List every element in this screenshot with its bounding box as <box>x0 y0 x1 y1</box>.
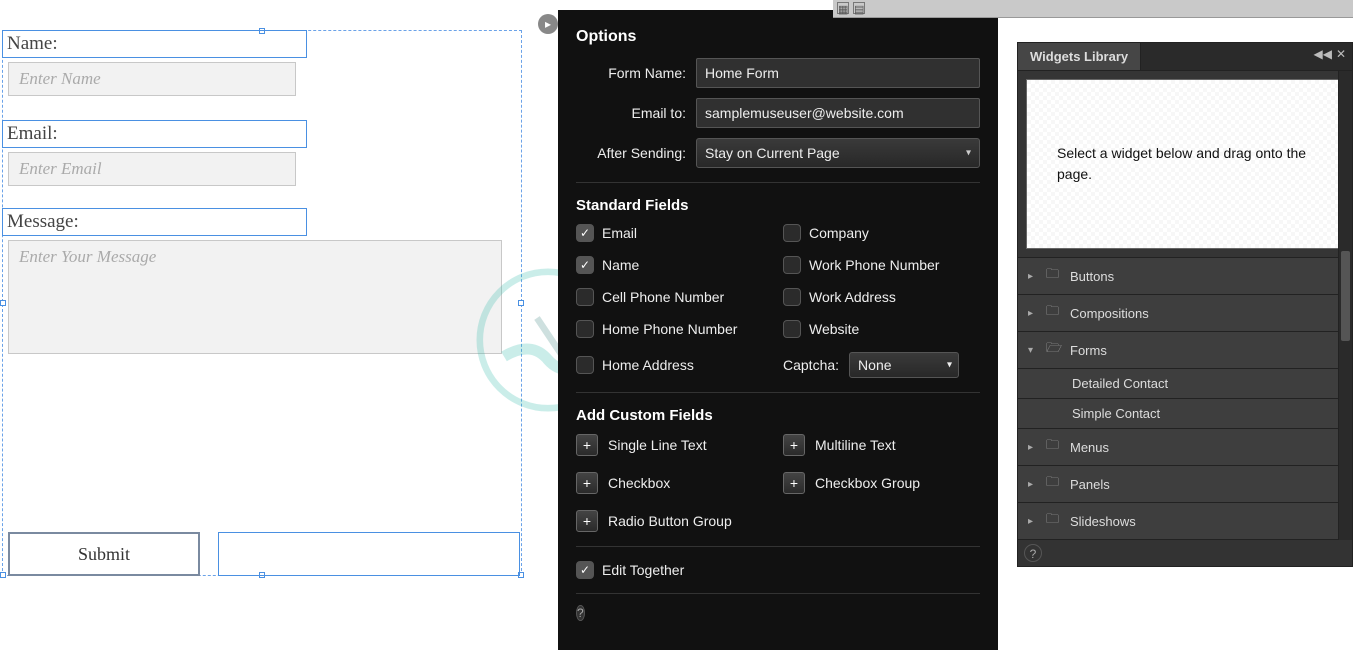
check-icon[interactable]: ✓ <box>576 561 594 579</box>
check-icon <box>783 224 801 242</box>
grid-icon[interactable]: ▦ <box>837 2 849 14</box>
message-label: Message: <box>7 211 79 233</box>
category-compositions[interactable]: ▸ 🗀 Compositions <box>1018 294 1352 331</box>
help-icon[interactable]: ? <box>576 605 585 621</box>
top-toolbar: ▦ ▤ <box>833 0 1353 18</box>
form-name-label: Form Name: <box>576 65 696 81</box>
field-checkbox-cell-phone[interactable]: Cell Phone Number <box>576 288 773 306</box>
folder-icon: 🗀 <box>1046 302 1062 324</box>
add-multiline-text[interactable]: + Multiline Text <box>783 434 980 456</box>
check-icon: ✓ <box>576 256 594 274</box>
email-to-label: Email to: <box>576 105 696 121</box>
field-checkbox-work-address[interactable]: Work Address <box>783 288 980 306</box>
captcha-select[interactable]: None <box>849 352 959 378</box>
email-to-input[interactable] <box>696 98 980 128</box>
close-icon[interactable]: ✕ <box>1336 47 1346 66</box>
folder-icon: 🗀 <box>1046 510 1062 532</box>
email-label-box[interactable]: Email: <box>2 120 307 148</box>
check-icon <box>576 320 594 338</box>
message-textarea[interactable]: Enter Your Message <box>8 240 502 354</box>
help-icon[interactable]: ? <box>1024 544 1042 562</box>
add-single-line-text[interactable]: + Single Line Text <box>576 434 773 456</box>
standard-fields-title: Standard Fields <box>576 197 980 214</box>
widgets-library-panel: Widgets Library ◀◀ ✕ Select a widget bel… <box>1017 42 1353 567</box>
category-slideshows[interactable]: ▸ 🗀 Slideshows <box>1018 502 1352 539</box>
captcha-label: Captcha: <box>783 357 839 373</box>
category-buttons[interactable]: ▸ 🗀 Buttons <box>1018 257 1352 294</box>
folder-icon: 🗀 <box>1046 473 1062 495</box>
edit-together-label: Edit Together <box>602 562 684 578</box>
folder-icon: 🗀 <box>1046 436 1062 458</box>
options-title: Options <box>576 28 980 46</box>
plus-icon: + <box>783 434 805 456</box>
add-checkbox-group[interactable]: + Checkbox Group <box>783 472 980 494</box>
chevron-right-icon: ▸ <box>1028 479 1038 490</box>
field-checkbox-home-address[interactable]: Home Address <box>576 356 773 374</box>
plus-icon: + <box>576 434 598 456</box>
widgets-library-tab[interactable]: Widgets Library <box>1018 43 1141 70</box>
plus-icon: + <box>783 472 805 494</box>
field-checkbox-company[interactable]: Company <box>783 224 980 242</box>
category-panels[interactable]: ▸ 🗀 Panels <box>1018 465 1352 502</box>
submit-button[interactable]: Submit <box>8 532 200 576</box>
chevron-right-icon: ▸ <box>1028 516 1038 527</box>
category-forms[interactable]: ▾ 🗁 Forms <box>1018 331 1352 368</box>
grid-icon-2[interactable]: ▤ <box>853 2 865 14</box>
folder-icon: 🗀 <box>1046 265 1062 287</box>
message-label-box[interactable]: Message: <box>2 208 307 236</box>
check-icon <box>576 288 594 306</box>
library-scrollbar[interactable] <box>1338 71 1352 540</box>
widget-category-list: ▸ 🗀 Buttons ▸ 🗀 Compositions ▾ 🗁 Forms D… <box>1018 257 1352 539</box>
category-menus[interactable]: ▸ 🗀 Menus <box>1018 428 1352 465</box>
options-flyout: Options Form Name: Email to: After Sendi… <box>558 10 998 650</box>
name-label: Name: <box>7 33 58 55</box>
widget-simple-contact[interactable]: Simple Contact <box>1018 398 1352 428</box>
field-checkbox-work-phone[interactable]: Work Phone Number <box>783 256 980 274</box>
plus-icon: + <box>576 472 598 494</box>
widget-preview-area: Select a widget below and drag onto the … <box>1026 79 1344 249</box>
email-input[interactable]: Enter Email <box>8 152 296 186</box>
check-icon <box>783 288 801 306</box>
chevron-right-icon: ▸ <box>1028 308 1038 319</box>
collapse-icon[interactable]: ◀◀ <box>1313 47 1331 66</box>
status-text-box[interactable] <box>218 532 520 576</box>
after-sending-label: After Sending: <box>576 145 696 161</box>
form-name-input[interactable] <box>696 58 980 88</box>
folder-open-icon: 🗁 <box>1046 339 1062 361</box>
widget-detailed-contact[interactable]: Detailed Contact <box>1018 368 1352 398</box>
design-canvas[interactable]: Name: Enter Name Email: Enter Email Mess… <box>0 0 560 650</box>
chevron-down-icon: ▾ <box>1028 345 1038 356</box>
chevron-right-icon: ▸ <box>1028 442 1038 453</box>
name-label-box[interactable]: Name: <box>2 30 307 58</box>
after-sending-select[interactable]: Stay on Current Page <box>696 138 980 168</box>
add-checkbox[interactable]: + Checkbox <box>576 472 773 494</box>
scrollbar-thumb[interactable] <box>1341 251 1350 341</box>
add-custom-title: Add Custom Fields <box>576 407 980 424</box>
name-input[interactable]: Enter Name <box>8 62 296 96</box>
options-flyout-toggle[interactable]: ▸ <box>538 14 558 34</box>
check-icon <box>576 356 594 374</box>
check-icon: ✓ <box>576 224 594 242</box>
field-checkbox-name[interactable]: ✓ Name <box>576 256 773 274</box>
field-checkbox-website[interactable]: Website <box>783 320 980 338</box>
field-checkbox-email[interactable]: ✓ Email <box>576 224 773 242</box>
chevron-right-icon: ▸ <box>1028 271 1038 282</box>
field-checkbox-home-phone[interactable]: Home Phone Number <box>576 320 773 338</box>
plus-icon: + <box>576 510 598 532</box>
email-label: Email: <box>7 123 58 145</box>
check-icon <box>783 320 801 338</box>
check-icon <box>783 256 801 274</box>
add-radio-group[interactable]: + Radio Button Group <box>576 510 773 532</box>
